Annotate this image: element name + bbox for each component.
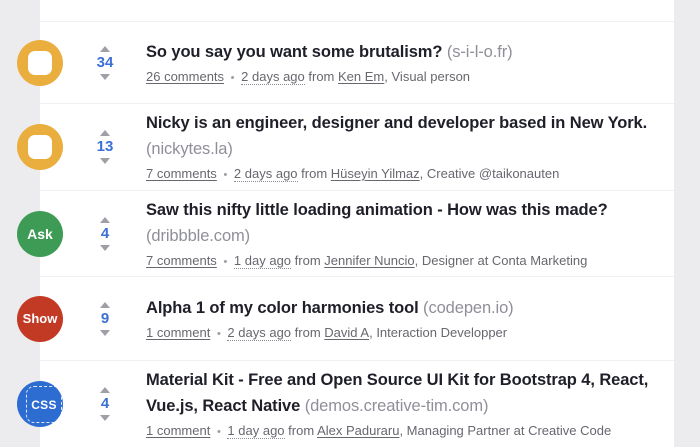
story-title[interactable]: Alpha 1 of my color harmonies tool [146, 299, 419, 317]
comments-link[interactable]: 1 comment [146, 423, 210, 438]
meta-dot: • [217, 328, 221, 340]
story-row: Ask 4 Saw this nifty little loading anim… [40, 190, 674, 276]
from-label: from [295, 325, 321, 340]
downvote-icon[interactable] [100, 245, 110, 251]
story-title[interactable]: Nicky is an engineer, designer and devel… [146, 114, 647, 132]
story-source-badge[interactable] [17, 124, 63, 170]
author-role: , Creative @taikonauten [420, 166, 560, 181]
downvote-icon[interactable] [100, 415, 110, 421]
vote-count: 34 [97, 55, 114, 71]
downvote-icon[interactable] [100, 158, 110, 164]
vote-count: 13 [97, 139, 114, 155]
time-ago[interactable]: 1 day ago [234, 253, 291, 269]
meta-dot: • [223, 256, 227, 268]
ask-badge[interactable]: Ask [17, 211, 63, 257]
story-row: Show 9 Alpha 1 of my color harmonies too… [40, 276, 674, 360]
vote-count: 4 [101, 396, 109, 412]
story-row: 13 Nicky is an engineer, designer and de… [40, 103, 674, 190]
downvote-icon[interactable] [100, 330, 110, 336]
vote-count: 4 [101, 226, 109, 242]
upvote-icon[interactable] [100, 302, 110, 308]
meta-dot: • [223, 169, 227, 181]
story-meta: 1 comment • 2 days ago from David A, Int… [146, 324, 656, 343]
story-domain: (demos.creative-tim.com) [305, 397, 489, 415]
from-label: from [295, 253, 321, 268]
story-row: CSS 4 Material Kit - Free and Open Sourc… [40, 360, 674, 447]
vote-count: 9 [101, 311, 109, 327]
meta-dot: • [217, 426, 221, 438]
upvote-icon[interactable] [100, 387, 110, 393]
author-link[interactable]: Hüseyin Yilmaz [331, 166, 420, 181]
story-source-badge[interactable] [17, 40, 63, 86]
previous-story-partial [40, 0, 674, 21]
from-label: from [288, 423, 314, 438]
story-meta: 7 comments • 2 days ago from Hüseyin Yil… [146, 165, 656, 184]
stories-list: 34 So you say you want some brutalism? (… [40, 0, 674, 447]
story-meta: 1 comment • 1 day ago from Alex Paduraru… [146, 422, 656, 441]
vote-widget: 4 [90, 217, 120, 251]
author-link[interactable]: Alex Paduraru [317, 423, 399, 438]
rounded-square-logo-icon [28, 135, 52, 159]
time-ago[interactable]: 2 days ago [234, 166, 298, 182]
dashed-box-icon: CSS [26, 386, 62, 423]
author-role: , Designer at Conta Marketing [415, 253, 588, 268]
time-ago[interactable]: 2 days ago [241, 69, 305, 85]
css-badge[interactable]: CSS [17, 381, 63, 427]
comments-link[interactable]: 7 comments [146, 253, 217, 268]
author-role: , Visual person [384, 69, 470, 84]
story-meta: 7 comments • 1 day ago from Jennifer Nun… [146, 252, 656, 271]
show-badge[interactable]: Show [17, 296, 63, 342]
story-domain: (codepen.io) [423, 299, 514, 317]
comments-link[interactable]: 26 comments [146, 69, 224, 84]
css-badge-label: CSS [31, 398, 57, 412]
story-domain: (dribbble.com) [146, 227, 250, 245]
author-link[interactable]: David A [324, 325, 369, 340]
story-title[interactable]: So you say you want some brutalism? [146, 43, 442, 61]
time-ago[interactable]: 1 day ago [227, 423, 284, 439]
downvote-icon[interactable] [100, 74, 110, 80]
author-link[interactable]: Ken Em [338, 69, 384, 84]
comments-link[interactable]: 7 comments [146, 166, 217, 181]
story-domain: (s-i-l-o.fr) [447, 43, 513, 61]
upvote-icon[interactable] [100, 217, 110, 223]
story-row: 34 So you say you want some brutalism? (… [40, 21, 674, 103]
upvote-icon[interactable] [100, 46, 110, 52]
story-domain: (nickytes.la) [146, 140, 233, 158]
from-label: from [301, 166, 327, 181]
rounded-square-logo-icon [28, 51, 52, 75]
vote-widget: 13 [90, 130, 120, 164]
vote-widget: 9 [90, 302, 120, 336]
author-link[interactable]: Jennifer Nuncio [324, 253, 414, 268]
story-title[interactable]: Saw this nifty little loading animation … [146, 201, 608, 219]
vote-widget: 34 [90, 46, 120, 80]
meta-dot: • [231, 72, 235, 84]
vote-widget: 4 [90, 387, 120, 421]
time-ago[interactable]: 2 days ago [227, 325, 291, 341]
from-label: from [308, 69, 334, 84]
ask-badge-label: Ask [27, 226, 53, 242]
show-badge-label: Show [23, 311, 58, 326]
author-role: , Managing Partner at Creative Code [399, 423, 611, 438]
author-role: , Interaction Developper [369, 325, 507, 340]
comments-link[interactable]: 1 comment [146, 325, 210, 340]
story-meta: 26 comments • 2 days ago from Ken Em, Vi… [146, 68, 656, 87]
upvote-icon[interactable] [100, 130, 110, 136]
